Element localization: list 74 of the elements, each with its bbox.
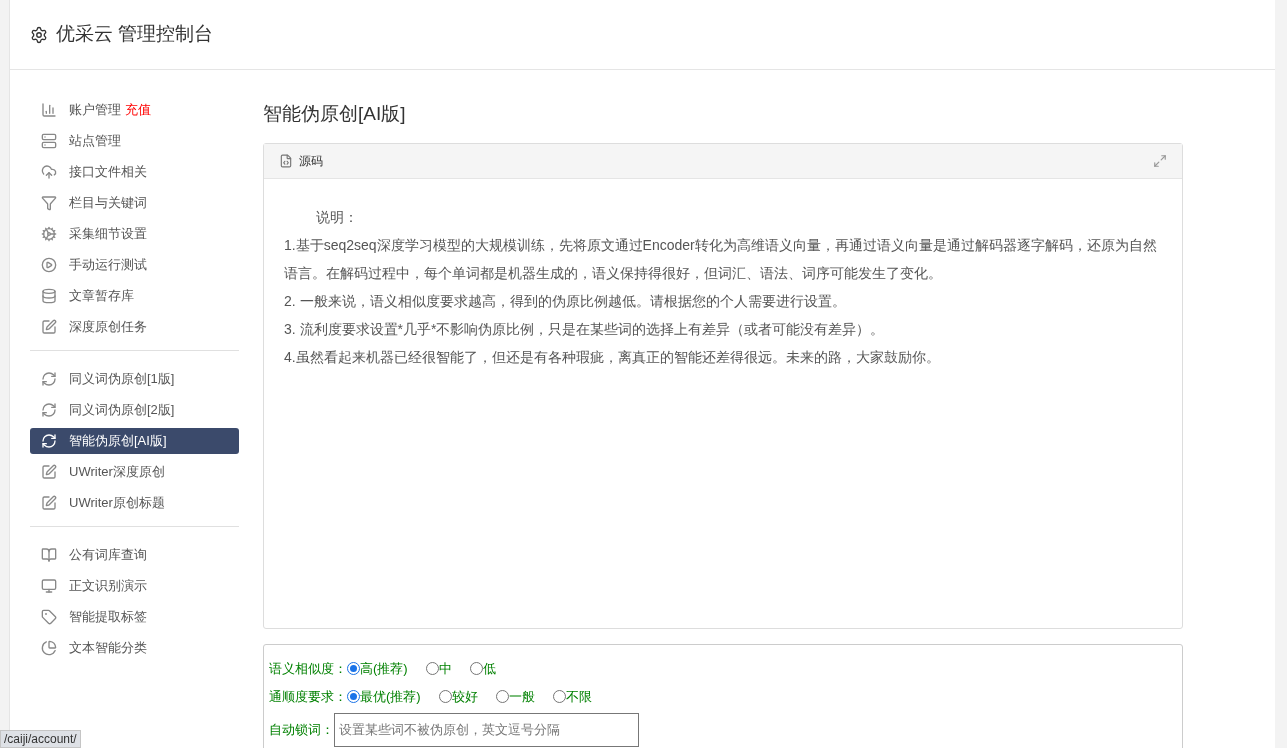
source-button[interactable]: 源码 [299,151,323,170]
sidebar-item[interactable]: 正文识别演示 [30,573,239,599]
sidebar-label: 文章暂存库 [69,287,134,306]
sidebar-item[interactable]: 智能提取标签 [30,604,239,630]
sidebar-label: 智能提取标签 [69,608,147,627]
sidebar-label: 账户管理 [69,101,121,120]
sidebar-label: 智能伪原创[AI版] [69,432,167,451]
sidebar-item[interactable]: 栏目与关键词 [30,190,239,216]
sidebar-item[interactable]: 采集细节设置 [30,221,239,247]
edit-icon [41,495,57,511]
sidebar-item[interactable]: 手动运行测试 [30,252,239,278]
sidebar-label: 公有词库查询 [69,546,147,565]
database-icon [41,288,57,304]
sidebar-item[interactable]: UWriter深度原创 [30,459,239,485]
radio-option[interactable]: 低 [469,658,496,679]
bar-chart-icon [41,102,57,118]
sidebar-label: 同义词伪原创[1版] [69,370,175,389]
sidebar-label: UWriter深度原创 [69,463,165,482]
page-title: 智能伪原创[AI版] [263,102,407,126]
sidebar-label: 手动运行测试 [69,256,147,275]
form-label: 通顺度要求： [269,687,347,706]
edit-icon [41,319,57,335]
form-label: 自动锁词： [269,720,334,739]
recharge-link[interactable]: 充值 [125,100,151,120]
editor-paragraph: 4.虽然看起来机器已经很智能了，但还是有各种瑕疵，离真正的智能还差得很远。未来的路，大家鼓励你。 [284,347,941,367]
sidebar-item[interactable]: 文章暂存库 [30,283,239,309]
radio-option[interactable]: 一般 [495,686,535,707]
filter-icon [41,195,57,211]
console-title: 优采云 管理控制台 [56,22,214,47]
pie-chart-icon [41,640,57,656]
edit-icon [41,464,57,480]
sidebar-label: 站点管理 [69,132,121,151]
status-url: /caiji/account/ [0,730,81,748]
sidebar-item[interactable]: 同义词伪原创[2版] [30,397,239,423]
sidebar-item[interactable]: 账户管理 充值 [30,97,239,123]
monitor-icon [41,578,57,594]
sidebar-label: 同义词伪原创[2版] [69,401,175,420]
radio-option[interactable]: 不限 [552,686,592,707]
lock-words-field[interactable]: 设置某些词不被伪原创，英文逗号分隔 [334,712,639,747]
sidebar-label: 接口文件相关 [69,163,147,182]
tag-icon [41,609,57,625]
sidebar-item[interactable]: 站点管理 [30,128,239,154]
refresh-icon [41,433,57,449]
editor-paragraph: 说明： [315,207,359,227]
sidebar-item[interactable]: 深度原创任务 [30,314,239,340]
sidebar-label: 采集细节设置 [69,225,147,244]
sidebar-item[interactable]: 智能伪原创[AI版] [30,428,239,454]
sidebar-item[interactable]: 接口文件相关 [30,159,239,185]
sidebar-label: 深度原创任务 [69,318,147,337]
editor-paragraph: 3. 流利度要求设置*几乎*不影响伪原比例，只是在某些词的选择上有差异（或者可能没有差异）。 [284,319,886,339]
sidebar-label: 栏目与关键词 [69,194,147,213]
sidebar-label: 正文识别演示 [69,577,147,596]
settings-icon [30,25,48,44]
form-label: 语义相似度： [269,659,347,678]
editor-paragraph: 2. 一般来说，语义相似度要求越高，得到的伪原比例越低。请根据您的个人需要进行设置。 [284,291,847,311]
radio-option[interactable]: 中 [425,658,452,679]
refresh-icon [41,402,57,418]
server-icon [41,133,57,149]
sidebar-item[interactable]: 文本智能分类 [30,635,239,661]
editor-paragraph: 1.基于seq2seq深度学习模型的大规模训练，先将原文通过Encoder转化为高维语义向量，再通过语义向量是通过解码器逐字解码，还原为自然语言。在解码过程中，每个单词都是机器生成的，语义保持得很好，但词汇、语法、词序可能发生了变化。 [284,235,1158,283]
radio-option[interactable]: 最优(推荐) [347,686,421,707]
sidebar-item[interactable]: 同义词伪原创[1版] [30,366,239,392]
sidebar-item[interactable]: UWriter原创标题 [30,490,239,516]
file-code-icon[interactable] [279,153,293,168]
fullscreen-icon[interactable] [1153,153,1167,168]
sidebar-label: UWriter原创标题 [69,494,165,513]
cloud-upload-icon [41,164,57,180]
book-icon [41,547,57,563]
play-icon [41,257,57,273]
sidebar-label: 文本智能分类 [69,639,147,658]
radio-option[interactable]: 高(推荐) [347,658,408,679]
sidebar-item[interactable]: 公有词库查询 [30,542,239,568]
refresh-icon [41,371,57,387]
radio-option[interactable]: 较好 [438,686,478,707]
